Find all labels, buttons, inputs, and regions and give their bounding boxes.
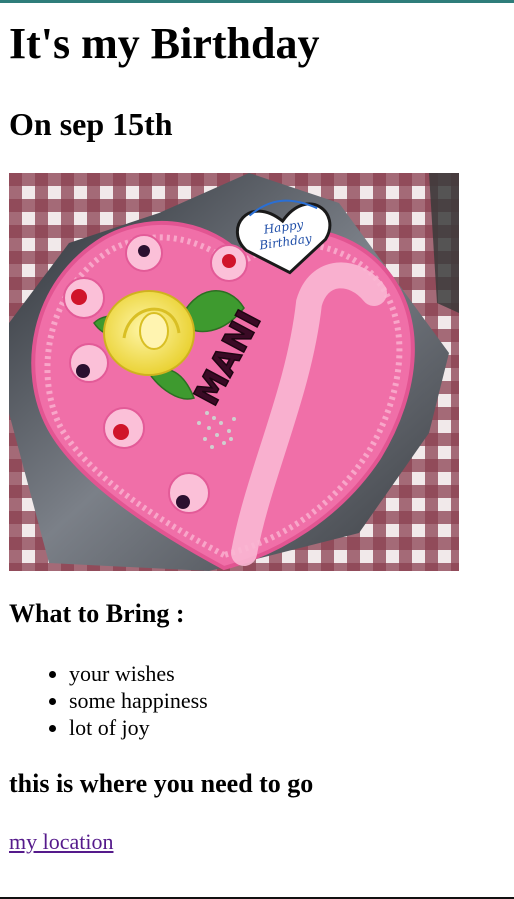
location-heading: this is where you need to go xyxy=(9,769,314,798)
list-item: lot of joy xyxy=(69,714,208,741)
event-date-heading: On sep 15th xyxy=(9,106,173,142)
list-item: some happiness xyxy=(69,687,208,714)
what-to-bring-heading: What to Bring : xyxy=(9,599,185,628)
list-item: your wishes xyxy=(69,660,208,687)
page-title: It's my Birthday xyxy=(9,19,320,68)
top-border xyxy=(0,0,514,3)
bring-list: your wishes some happiness lot of joy xyxy=(9,660,208,741)
birthday-cake-image: MANI Happy Birthday xyxy=(9,173,459,571)
my-location-link[interactable]: my location xyxy=(9,828,113,856)
